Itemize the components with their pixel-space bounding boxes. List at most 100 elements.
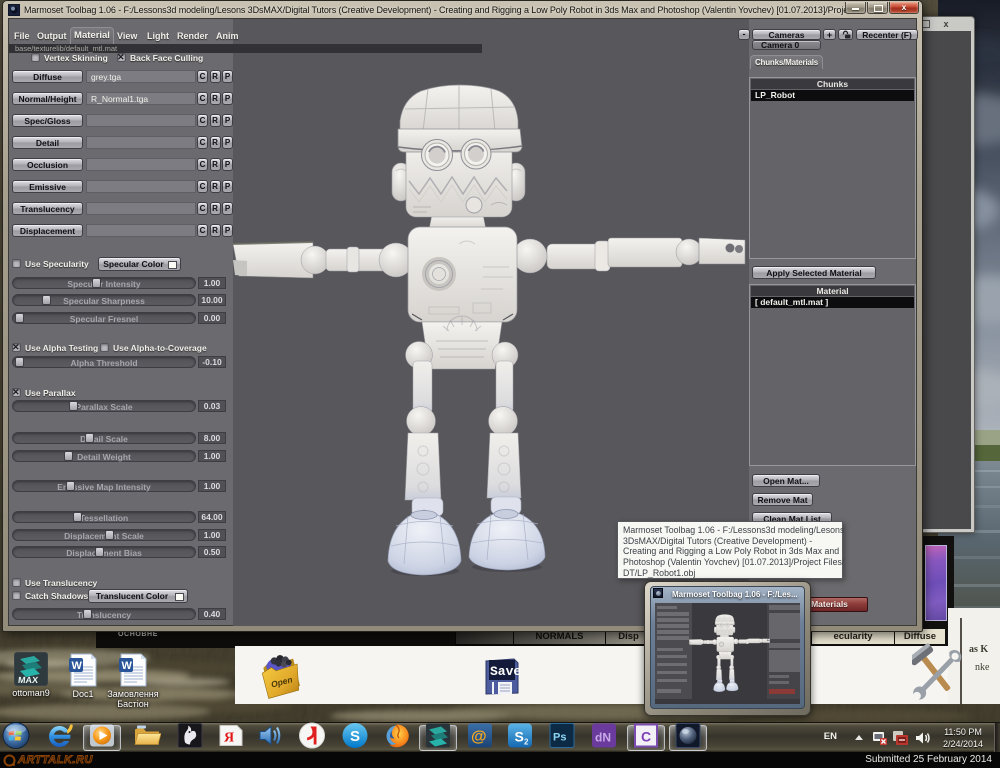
menu-item-file[interactable]: File bbox=[14, 31, 30, 41]
color-swatch[interactable] bbox=[175, 593, 184, 601]
slot-r-button[interactable]: R bbox=[210, 114, 221, 127]
camera-0-item[interactable]: Camera 0 bbox=[752, 40, 821, 50]
menu-item-render[interactable]: Render bbox=[177, 31, 208, 41]
camera-lock-button[interactable] bbox=[838, 29, 853, 40]
taskbar-preview[interactable]: Marmoset Toolbag 1.06 - F:/Les... bbox=[644, 581, 811, 716]
slider-specular-fresnel[interactable]: Specular Fresnel bbox=[12, 312, 196, 324]
volume-icon[interactable] bbox=[915, 730, 932, 746]
taskbar-icon-wolf-app[interactable] bbox=[171, 725, 209, 751]
slider-tessellation[interactable]: Tessellation bbox=[12, 511, 196, 523]
slot-c-button[interactable]: C bbox=[197, 224, 208, 237]
menu-tab-material[interactable]: Material bbox=[70, 27, 114, 45]
clock[interactable]: 11:50 PM 2/24/2014 bbox=[934, 726, 992, 750]
texture-slot-button-occlusion[interactable]: Occlusion bbox=[12, 158, 83, 171]
taskbar-icon-media-player[interactable] bbox=[83, 725, 121, 751]
slot-c-button[interactable]: C bbox=[197, 158, 208, 171]
checkbox-use-translucency[interactable] bbox=[12, 578, 21, 587]
camera-plus-button[interactable]: + bbox=[823, 29, 836, 40]
slider-thumb[interactable] bbox=[15, 313, 24, 323]
checkbox-use-alpha-testing[interactable]: ✕ bbox=[12, 343, 21, 352]
camera-minus-button[interactable]: - bbox=[738, 29, 750, 40]
taskbar-icon-3dsmax[interactable] bbox=[419, 725, 457, 751]
taskbar-icon-dn-app[interactable]: dN bbox=[585, 725, 623, 751]
menu-item-output[interactable]: Output bbox=[37, 31, 67, 41]
texture-slot-button-diffuse[interactable]: Diffuse bbox=[12, 70, 83, 83]
menu-item-light[interactable]: Light bbox=[147, 31, 169, 41]
taskbar-icon-marmoset[interactable] bbox=[669, 725, 707, 751]
slider-thumb[interactable] bbox=[66, 481, 75, 491]
tray-update-icon[interactable] bbox=[892, 730, 909, 746]
titlebar[interactable]: Marmoset Toolbag 1.06 - F:/Lessons3d mod… bbox=[3, 1, 922, 19]
slider-thumb[interactable] bbox=[42, 295, 51, 305]
slider-thumb[interactable] bbox=[64, 451, 73, 461]
slot-c-button[interactable]: C bbox=[197, 180, 208, 193]
slot-p-button[interactable]: P bbox=[222, 70, 233, 83]
recenter-button[interactable]: Recenter (F) bbox=[856, 29, 918, 40]
slot-p-button[interactable]: P bbox=[222, 224, 233, 237]
slot-p-button[interactable]: P bbox=[222, 114, 233, 127]
apply-selected-material-button[interactable]: Apply Selected Material bbox=[752, 266, 876, 279]
taskbar-icon-firefox[interactable] bbox=[378, 725, 416, 751]
slot-r-button[interactable]: R bbox=[210, 92, 221, 105]
open-folder-icon[interactable]: Open bbox=[258, 651, 304, 701]
taskbar-icon-skype[interactable]: S bbox=[336, 725, 374, 751]
slot-p-button[interactable]: P bbox=[222, 136, 233, 149]
slot-p-button[interactable]: P bbox=[222, 158, 233, 171]
maximize-button[interactable] bbox=[867, 2, 888, 14]
slider-translucency[interactable]: Translucency bbox=[12, 608, 196, 620]
slot-p-button[interactable]: P bbox=[222, 180, 233, 193]
open-mat--button[interactable]: Open Mat... bbox=[752, 474, 820, 487]
close-button[interactable]: x bbox=[889, 2, 919, 14]
taskbar-icon-icq[interactable]: S2 bbox=[501, 725, 539, 751]
texture-slot-button-normal-height[interactable]: Normal/Height bbox=[12, 92, 83, 105]
taskbar-icon-start-orb[interactable] bbox=[0, 725, 35, 751]
checkbox-vertex-skinning[interactable] bbox=[31, 53, 40, 62]
texture-slot-field[interactable]: R_Normal1.tga bbox=[86, 92, 196, 105]
slider-thumb[interactable] bbox=[73, 512, 82, 522]
checkbox-use-specularity[interactable] bbox=[12, 259, 21, 268]
minimize-button[interactable] bbox=[845, 2, 866, 14]
cameras-button[interactable]: Cameras bbox=[752, 29, 821, 40]
tray-expand-arrow[interactable] bbox=[855, 735, 863, 740]
checkbox-use-alpha-to-coverage[interactable] bbox=[100, 343, 109, 352]
slot-r-button[interactable]: R bbox=[210, 180, 221, 193]
slider-emissive-map-intensity[interactable]: Emissive Map Intensity bbox=[12, 480, 196, 492]
taskbar-icon-ic-app[interactable]: C bbox=[627, 725, 665, 751]
slider-thumb[interactable] bbox=[15, 357, 24, 367]
menu-item-anim[interactable]: Anim bbox=[216, 31, 239, 41]
color-button-specular-color[interactable]: Specular Color bbox=[98, 257, 181, 271]
tab-chunks-materials[interactable]: Chunks/Materials bbox=[750, 55, 823, 69]
background-window-close[interactable]: x bbox=[932, 19, 960, 30]
taskbar[interactable]: ЯS@S2PsdNC EN 11:50 PM 2/24/2014 bbox=[0, 722, 1000, 752]
checkbox-use-parallax[interactable]: ✕ bbox=[12, 388, 21, 397]
texture-slot-button-translucency[interactable]: Translucency bbox=[12, 202, 83, 215]
texture-slot-button-displacement[interactable]: Displacement bbox=[12, 224, 83, 237]
texture-slot-field[interactable] bbox=[86, 114, 196, 127]
taskbar-icon-speaker-app[interactable] bbox=[251, 725, 289, 751]
slot-r-button[interactable]: R bbox=[210, 202, 221, 215]
texture-slot-button-spec-gloss[interactable]: Spec/Gloss bbox=[12, 114, 83, 127]
tray-action-center-icon[interactable] bbox=[872, 730, 888, 746]
slot-p-button[interactable]: P bbox=[222, 202, 233, 215]
show-desktop-button[interactable] bbox=[994, 723, 1000, 753]
material-item-selected[interactable]: [ default_mtl.mat ] bbox=[751, 297, 914, 308]
slider-displacement-scale[interactable]: Displacement Scale bbox=[12, 529, 196, 541]
slot-c-button[interactable]: C bbox=[197, 202, 208, 215]
slot-r-button[interactable]: R bbox=[210, 224, 221, 237]
slot-c-button[interactable]: C bbox=[197, 114, 208, 127]
language-indicator[interactable]: EN bbox=[824, 731, 837, 742]
slider-thumb[interactable] bbox=[92, 278, 101, 288]
slider-displacement-bias[interactable]: Displacement Bias bbox=[12, 546, 196, 558]
checkbox-catch-shadows[interactable] bbox=[12, 591, 21, 600]
save-floppy-icon[interactable]: Save bbox=[484, 657, 520, 697]
color-swatch[interactable] bbox=[168, 261, 177, 269]
remove-mat-button[interactable]: Remove Mat bbox=[752, 493, 813, 506]
menu-item-view[interactable]: View bbox=[117, 31, 137, 41]
slider-specular-sharpness[interactable]: Specular Sharpness bbox=[12, 294, 196, 306]
texture-slot-button-detail[interactable]: Detail bbox=[12, 136, 83, 149]
texture-slot-field[interactable] bbox=[86, 224, 196, 237]
desktop-icon-3[interactable]: WЗамовлення Бастіон bbox=[100, 653, 166, 709]
slider-specular-intensity[interactable]: Specular Intensity bbox=[12, 277, 196, 289]
taskbar-icon-explorer-folder[interactable] bbox=[128, 725, 166, 751]
slider-parallax-scale[interactable]: Parallax Scale bbox=[12, 400, 196, 412]
